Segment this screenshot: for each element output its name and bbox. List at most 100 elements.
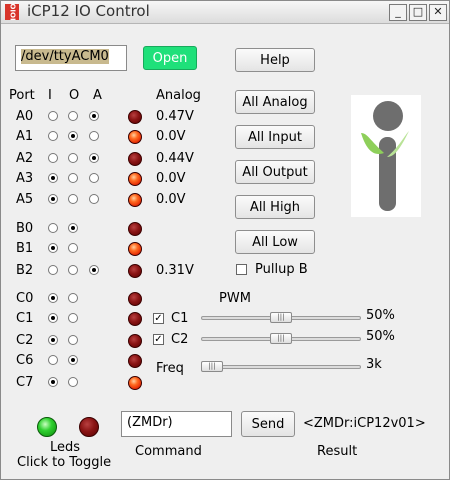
column-header-port: Port xyxy=(9,88,35,103)
pin-a2-mode-o-radio[interactable] xyxy=(68,153,78,163)
pin-b1-mode-o-radio[interactable] xyxy=(68,243,78,253)
freq-label: Freq xyxy=(156,361,184,376)
pin-c7-mode-o-radio[interactable] xyxy=(68,377,78,387)
pin-a1-led[interactable] xyxy=(128,130,142,144)
click-to-toggle-label: Click to Toggle xyxy=(17,455,112,470)
result-value: <ZMDr:iCP12v01> xyxy=(303,416,426,431)
pin-b2-analog-value: 0.31V xyxy=(156,263,194,278)
app-window: IOIO iCP12 IO Control _ □ ✕ /dev/ttyACM0… xyxy=(0,0,450,480)
freq-value: 3k xyxy=(366,357,382,372)
pin-a3-mode-a-radio[interactable] xyxy=(89,173,99,183)
led-red-toggle[interactable] xyxy=(79,417,99,437)
pin-c1-mode-o-radio[interactable] xyxy=(68,313,78,323)
help-button[interactable]: Help xyxy=(235,48,315,72)
pin-a3-led[interactable] xyxy=(128,172,142,186)
pwm-c1-checkbox[interactable]: ✓ xyxy=(153,313,164,324)
pin-c2-mode-o-radio[interactable] xyxy=(68,335,78,345)
close-button[interactable]: ✕ xyxy=(429,4,447,21)
pullup-b-label: Pullup B xyxy=(255,262,308,277)
pin-a5-led[interactable] xyxy=(128,193,142,207)
pin-label-a5: A5 xyxy=(16,192,34,207)
pwm-c2-slider-thumb[interactable]: ||| xyxy=(270,333,292,344)
title-bar: IOIO iCP12 IO Control _ □ ✕ xyxy=(1,1,449,24)
led-green-toggle[interactable] xyxy=(37,417,57,437)
pwm-c1-value: 50% xyxy=(366,308,395,323)
pin-b2-mode-a-radio[interactable] xyxy=(89,265,99,275)
freq-slider-thumb[interactable]: ||| xyxy=(201,361,223,372)
pin-c2-led[interactable] xyxy=(128,334,142,348)
device-port-value: /dev/ttyACM0 xyxy=(21,49,109,64)
pin-label-c1: C1 xyxy=(16,311,34,326)
pin-label-a3: A3 xyxy=(16,171,34,186)
all-output-button[interactable]: All Output xyxy=(235,160,315,184)
pin-b1-led[interactable] xyxy=(128,242,142,256)
pin-c1-led[interactable] xyxy=(128,312,142,326)
pin-b2-led[interactable] xyxy=(128,264,142,278)
leds-label: Leds xyxy=(50,440,81,455)
pin-a1-mode-o-radio[interactable] xyxy=(68,131,78,141)
pwm-c2-checkbox[interactable]: ✓ xyxy=(153,334,164,345)
minimize-button[interactable]: _ xyxy=(389,4,407,21)
pin-a3-analog-value: 0.0V xyxy=(156,171,186,186)
pin-c0-mode-o-radio[interactable] xyxy=(68,293,78,303)
app-icon: IOIO xyxy=(5,3,19,21)
command-label: Command xyxy=(135,444,202,459)
pin-label-c6: C6 xyxy=(16,353,34,368)
pin-c7-mode-i-radio[interactable] xyxy=(48,377,58,387)
pin-c6-led[interactable] xyxy=(128,354,142,368)
pin-a1-mode-i-radio[interactable] xyxy=(48,131,58,141)
pin-a5-mode-a-radio[interactable] xyxy=(89,194,99,204)
command-input[interactable]: (ZMDr) xyxy=(121,411,232,437)
pin-label-a0: A0 xyxy=(16,109,34,124)
pin-label-b0: B0 xyxy=(16,221,34,236)
pin-b0-mode-o-radio[interactable] xyxy=(68,223,78,233)
pin-a1-analog-value: 0.0V xyxy=(156,129,186,144)
pin-a2-mode-a-radio[interactable] xyxy=(89,153,99,163)
pin-c0-led[interactable] xyxy=(128,292,142,306)
pin-a1-mode-a-radio[interactable] xyxy=(89,131,99,141)
pin-b0-mode-i-radio[interactable] xyxy=(48,223,58,233)
pin-c0-mode-i-radio[interactable] xyxy=(48,293,58,303)
pin-a0-mode-o-radio[interactable] xyxy=(68,111,78,121)
pin-b2-mode-i-radio[interactable] xyxy=(48,265,58,275)
pwm-c1-slider-thumb[interactable]: ||| xyxy=(270,312,292,323)
pwm-title: PWM xyxy=(219,291,251,306)
open-button[interactable]: Open xyxy=(143,46,197,70)
all-analog-button[interactable]: All Analog xyxy=(235,90,315,114)
pwm-c1-label: C1 xyxy=(171,311,189,326)
pin-label-c0: C0 xyxy=(16,291,34,306)
pin-b1-mode-i-radio[interactable] xyxy=(48,243,58,253)
pin-a3-mode-o-radio[interactable] xyxy=(68,173,78,183)
pin-label-b2: B2 xyxy=(16,263,34,278)
pin-c2-mode-i-radio[interactable] xyxy=(48,335,58,345)
pin-c6-mode-i-radio[interactable] xyxy=(48,355,58,365)
icp-logo xyxy=(351,95,421,217)
pin-b2-mode-o-radio[interactable] xyxy=(68,265,78,275)
pin-b0-led[interactable] xyxy=(128,222,142,236)
maximize-button[interactable]: □ xyxy=(409,4,427,21)
pin-a2-mode-i-radio[interactable] xyxy=(48,153,58,163)
pin-a0-mode-i-radio[interactable] xyxy=(48,111,58,121)
send-button[interactable]: Send xyxy=(241,411,295,437)
device-port-field[interactable]: /dev/ttyACM0 xyxy=(15,45,127,71)
pullup-b-checkbox[interactable] xyxy=(236,264,247,275)
all-input-button[interactable]: All Input xyxy=(235,125,315,149)
pin-a5-mode-i-radio[interactable] xyxy=(48,194,58,204)
pin-label-c2: C2 xyxy=(16,333,34,348)
pin-c1-mode-i-radio[interactable] xyxy=(48,313,58,323)
all-low-button[interactable]: All Low xyxy=(235,230,315,254)
pin-a0-led[interactable] xyxy=(128,110,142,124)
pin-a3-mode-i-radio[interactable] xyxy=(48,173,58,183)
result-label: Result xyxy=(317,444,358,459)
pin-c6-mode-o-radio[interactable] xyxy=(68,355,78,365)
window-title: iCP12 IO Control xyxy=(27,2,150,20)
pin-a0-analog-value: 0.47V xyxy=(156,109,194,124)
pin-a0-mode-a-radio[interactable] xyxy=(89,111,99,121)
freq-slider-track[interactable] xyxy=(201,365,361,369)
pin-a5-analog-value: 0.0V xyxy=(156,192,186,207)
pin-a2-led[interactable] xyxy=(128,152,142,166)
pin-c7-led[interactable] xyxy=(128,376,142,390)
pin-a5-mode-o-radio[interactable] xyxy=(68,194,78,204)
column-header-input: I xyxy=(48,88,52,103)
all-high-button[interactable]: All High xyxy=(235,195,315,219)
